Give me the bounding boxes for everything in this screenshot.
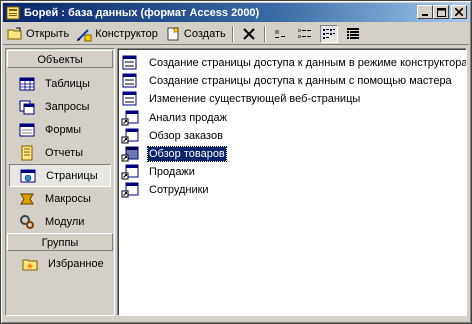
window-title: Борей : база данных (формат Access 2000) (24, 6, 260, 19)
create-label: Создать (183, 27, 226, 40)
toolbar-separator (231, 25, 234, 42)
list-view-icon (319, 24, 338, 43)
list-item[interactable]: Создание страницы доступа к данным с пом… (121, 72, 453, 90)
nav-item-tables[interactable]: Таблицы (9, 72, 111, 95)
open-icon (6, 25, 24, 43)
list-item[interactable]: Анализ продаж (121, 109, 228, 127)
page-icon (20, 168, 36, 184)
list-item-label: Изменение существующей веб-страницы (149, 93, 361, 105)
details-view-button[interactable] (341, 24, 365, 44)
list-item-label: Сотрудники (149, 184, 209, 196)
page-shortcut-icon (121, 110, 139, 126)
open-button[interactable]: Открыть (3, 24, 72, 44)
list-item-label: Создание страницы доступа к данным с пом… (149, 75, 452, 87)
nav-item-pages[interactable]: Страницы (9, 164, 111, 187)
small-icons-icon (296, 25, 314, 43)
nav-item-queries[interactable]: Запросы (9, 95, 111, 118)
maximize-icon (436, 7, 446, 17)
list-item[interactable]: Создание страницы доступа к данным в реж… (121, 54, 467, 72)
details-view-icon (344, 25, 362, 43)
minimize-button[interactable] (417, 5, 433, 19)
nav-item-macros[interactable]: Макросы (9, 187, 111, 210)
maximize-button[interactable] (433, 5, 449, 19)
nav-item-label: Страницы (46, 169, 98, 182)
query-icon (19, 99, 35, 115)
nav-item-label: Запросы (45, 100, 90, 113)
nav-item-forms[interactable]: Формы (9, 118, 111, 141)
nav-item-reports[interactable]: Отчеты (9, 141, 111, 164)
list-item[interactable]: Сотрудники (121, 181, 210, 199)
favorites-folder-icon (22, 256, 38, 272)
nav-item-favorites[interactable]: Избранное (12, 252, 114, 275)
page-shortcut-icon (121, 182, 139, 198)
object-list: Создание страницы доступа к данным в реж… (117, 48, 467, 316)
objects-header[interactable]: Объекты (7, 50, 113, 68)
toolbar-separator (263, 25, 266, 42)
nav-item-label: Макросы (45, 192, 91, 205)
nav-item-modules[interactable]: Модули (9, 210, 111, 233)
list-item-label: Обзор заказов (149, 130, 223, 142)
page-shortcut-icon (121, 146, 139, 162)
nav-item-label: Избранное (48, 257, 104, 270)
design-button[interactable]: Конструктор (72, 24, 161, 44)
design-label: Конструктор (95, 27, 158, 40)
open-label: Открыть (26, 27, 70, 40)
small-icons-button[interactable] (293, 24, 317, 44)
wizard-icon (121, 73, 139, 89)
list-item[interactable]: Обзор товаров (121, 145, 227, 163)
nav-item-label: Таблицы (45, 77, 90, 90)
title-bar[interactable]: Борей : база данных (формат Access 2000) (3, 3, 469, 22)
large-icons-icon (272, 25, 290, 43)
design-icon (75, 25, 93, 43)
list-item-label: Анализ продаж (149, 112, 228, 124)
close-button[interactable] (451, 5, 467, 19)
nav-item-label: Отчеты (45, 146, 84, 159)
macro-icon (19, 191, 35, 207)
list-item-label: Продажи (149, 166, 195, 178)
list-view-button[interactable] (317, 24, 341, 44)
nav-item-label: Модули (45, 215, 85, 228)
delete-icon (240, 25, 258, 43)
table-icon (19, 76, 35, 92)
list-item[interactable]: Продажи (121, 163, 196, 181)
minimize-icon (422, 14, 428, 16)
report-icon (19, 145, 35, 161)
wizard-icon (121, 55, 139, 71)
create-button[interactable]: Создать (161, 24, 229, 44)
database-icon (5, 5, 21, 21)
module-icon (19, 214, 35, 230)
create-icon (164, 25, 182, 43)
wizard-icon (121, 91, 139, 107)
form-icon (19, 122, 35, 138)
window-controls (417, 5, 467, 19)
list-item-label: Обзор товаров (147, 146, 227, 162)
close-icon (455, 8, 463, 16)
large-icons-button[interactable] (269, 24, 293, 44)
page-shortcut-icon (121, 128, 139, 144)
list-item[interactable]: Изменение существующей веб-страницы (121, 90, 361, 108)
database-window: Борей : база данных (формат Access 2000)… (0, 0, 472, 324)
nav-item-label: Формы (45, 123, 82, 136)
list-item-label: Создание страницы доступа к данным в реж… (149, 57, 467, 69)
groups-header[interactable]: Группы (7, 233, 113, 251)
list-item[interactable]: Обзор заказов (121, 127, 224, 145)
page-shortcut-icon (121, 164, 139, 180)
objects-bar: Объекты Таблицы Запросы Формы Отчеты Стр… (5, 48, 115, 316)
database-toolbar: Открыть Конструктор Создать (3, 23, 469, 45)
delete-button[interactable] (237, 24, 261, 44)
